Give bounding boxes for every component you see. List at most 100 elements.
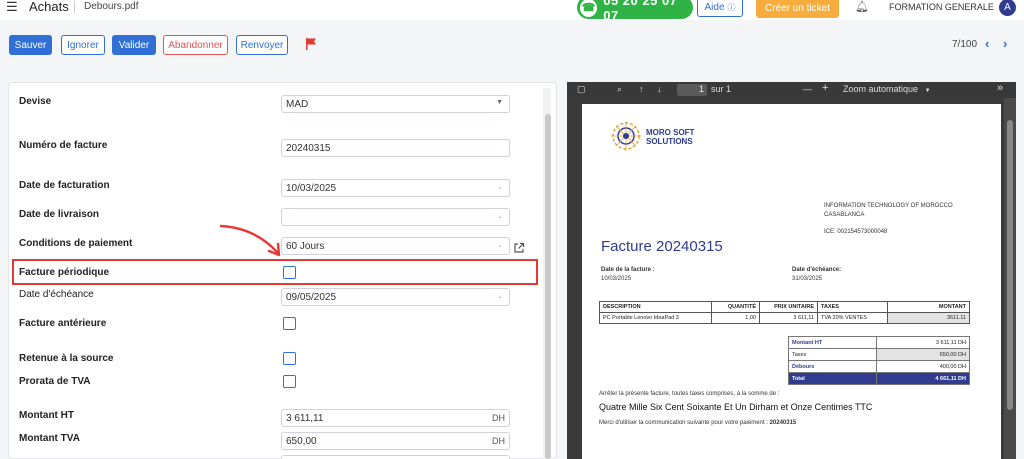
table-cell: 3 611,11 — [759, 312, 818, 324]
due-date-input[interactable]: 09/05/2025 ⌄ — [281, 288, 510, 306]
arrow-up-icon[interactable]: ↑ — [639, 84, 644, 94]
periodic-invoice-checkbox[interactable] — [283, 266, 296, 279]
payment-terms-label: Conditions de paiement — [19, 238, 133, 249]
top-bar: ☰ Achats Debours.pdf ☎ 05 20 25 07 07 Ai… — [0, 0, 1024, 23]
amount-in-words: Quatre Mille Six Cent Soixante Et Un Dir… — [599, 402, 873, 412]
table-header: TAXES — [817, 301, 888, 313]
chevron-down-icon: ⌄ — [497, 242, 503, 249]
delivery-date-input[interactable]: ⌄ — [281, 208, 510, 226]
vat-prorata-checkbox[interactable] — [283, 375, 296, 388]
table-cell: 1,00 — [711, 312, 760, 324]
withholding-checkbox[interactable] — [283, 352, 296, 365]
sidebar-toggle-icon[interactable]: ▢ — [577, 84, 586, 95]
headset-icon: ☎ — [580, 0, 598, 17]
table-header-row: DESCRIPTION QUANTITÉ PRIX UNITAIRE TAXES… — [599, 301, 970, 313]
table-cell: PC Portable Lenovo IdeaPad 3 — [599, 312, 712, 324]
next-field-input[interactable] — [281, 455, 510, 459]
pdf-invoice-date-label: Date de la facture : — [601, 267, 655, 273]
support-phone-button[interactable]: ☎ 05 20 25 07 07 — [577, 0, 693, 23]
currency-suffix: DH — [492, 413, 505, 423]
amount-vat-label: Montant TVA — [19, 433, 80, 444]
table-row: PC Portable Lenovo IdeaPad 3 1,00 3 611,… — [599, 312, 970, 324]
pdf-due-date-label: Date d'échéance: — [792, 267, 842, 273]
page-number-input[interactable]: 1 — [677, 84, 707, 96]
vendor-city: CASABLANCA — [824, 212, 865, 218]
totals-label: Débours — [788, 360, 877, 373]
company-name[interactable]: FORMATION GENERALE — [889, 2, 994, 12]
chevron-down-icon: ⌄ — [497, 293, 503, 300]
vat-prorata-label: Prorata de TVA — [19, 376, 91, 387]
invoice-title: Facture 20240315 — [601, 238, 723, 255]
ignore-button[interactable]: Ignorer — [61, 35, 105, 55]
invoice-number-input[interactable]: 20240315 — [281, 139, 510, 157]
totals-value: 400,00 DH — [876, 360, 970, 373]
chevron-down-icon: ⌄ — [497, 213, 503, 220]
create-ticket-button[interactable]: Créer un ticket — [756, 0, 839, 18]
due-date-label: Date d'échéance — [19, 289, 94, 300]
save-button[interactable]: Sauver — [9, 35, 52, 55]
next-record-icon[interactable]: › — [1003, 36, 1007, 51]
page-total: sur 1 — [711, 84, 732, 94]
invoice-date-value: 10/03/2025 — [286, 182, 337, 194]
table-header: MONTANT — [887, 301, 970, 313]
table-cell: TVA 20% VENTES — [817, 312, 888, 324]
bell-icon[interactable]: 🔔︎ — [855, 0, 869, 13]
amount-vat-value: 650,00 — [286, 435, 317, 447]
periodic-invoice-label: Facture périodique — [19, 267, 110, 278]
logo-line-1: MORO SOFT — [646, 128, 695, 137]
help-button[interactable]: Aide ⓘ — [697, 0, 743, 17]
search-icon[interactable]: ⌕ — [617, 84, 622, 95]
totals-row: Taxes 650,00 DH — [788, 348, 970, 361]
external-link-icon[interactable] — [513, 242, 525, 254]
chevron-down-icon: ▼ — [496, 99, 503, 106]
previous-invoice-checkbox[interactable] — [283, 317, 296, 330]
avatar[interactable]: A — [999, 0, 1016, 16]
payment-terms-value: 60 Jours — [286, 240, 325, 252]
help-label: Aide — [704, 2, 725, 13]
annotation-arrow — [219, 224, 281, 257]
pdf-invoice-date: 10/03/2025 — [601, 276, 632, 282]
currency-label: Devise — [19, 96, 52, 107]
chevron-down-icon: ⌄ — [497, 184, 503, 191]
vendor-name: INFORMATION TECHNOLOGY OF MOROCCO — [824, 203, 953, 209]
pdf-viewer: ▢ ⌕ ↑ ↓ 1 sur 1 — + Zoom automatique ▼ »… — [567, 82, 1016, 459]
payment-reference-text: Merci d'utiliser la communication suivan… — [599, 420, 796, 426]
totals-table: Montant HT 3 611,11 DH Taxes 650,00 DH D… — [788, 336, 970, 385]
zoom-in-icon[interactable]: + — [822, 82, 828, 94]
table-header: QUANTITÉ — [711, 301, 760, 313]
amount-ht-value: 3 611,11 — [286, 412, 324, 424]
previous-record-icon[interactable]: ‹ — [985, 36, 989, 51]
totals-label: Montant HT — [788, 336, 877, 349]
totals-row: Débours 400,00 DH — [788, 360, 970, 373]
abandon-button[interactable]: Abandonner — [163, 35, 228, 55]
logo-line-2: SOLUTIONS — [646, 137, 693, 146]
zoom-out-icon[interactable]: — — [803, 84, 812, 94]
arrow-down-icon[interactable]: ↓ — [657, 84, 662, 94]
resend-button[interactable]: Renvoyer — [236, 35, 288, 55]
invoice-number-value: 20240315 — [286, 142, 331, 154]
totals-row: Total 4 661,11 DH — [788, 372, 970, 385]
form-scrollbar-thumb[interactable] — [545, 114, 551, 459]
zoom-select[interactable]: Zoom automatique ▼ — [843, 84, 931, 94]
payment-terms-select[interactable]: 60 Jours ⌄ — [281, 237, 510, 255]
app-title: Achats — [29, 0, 69, 14]
flag-icon[interactable] — [304, 37, 318, 51]
currency-select[interactable]: MAD ▼ — [281, 95, 510, 113]
validate-button[interactable]: Valider — [112, 35, 156, 55]
table-header: DESCRIPTION — [599, 301, 712, 313]
totals-value: 650,00 DH — [876, 348, 970, 361]
amount-ht-input[interactable]: 3 611,11 DH — [281, 409, 510, 427]
amount-vat-input[interactable]: 650,00 DH — [281, 432, 510, 450]
menu-icon[interactable]: ☰ — [6, 0, 18, 14]
tools-menu-icon[interactable]: » — [997, 82, 1003, 94]
company-logo-text: MORO SOFT SOLUTIONS — [646, 128, 694, 146]
invoice-number-label: Numéro de facture — [19, 140, 108, 151]
previous-invoice-label: Facture antérieure — [19, 318, 107, 329]
totals-value: 3 611,11 DH — [876, 336, 970, 349]
pdf-scrollbar-thumb[interactable] — [1007, 120, 1013, 410]
pdf-page: MORO SOFT SOLUTIONS INFORMATION TECHNOLO… — [582, 104, 1001, 459]
invoice-date-input[interactable]: 10/03/2025 ⌄ — [281, 179, 510, 197]
payment-reference: 20240315 — [769, 420, 797, 426]
table-cell: 3611.11 — [887, 312, 970, 324]
currency-suffix: DH — [492, 436, 505, 446]
